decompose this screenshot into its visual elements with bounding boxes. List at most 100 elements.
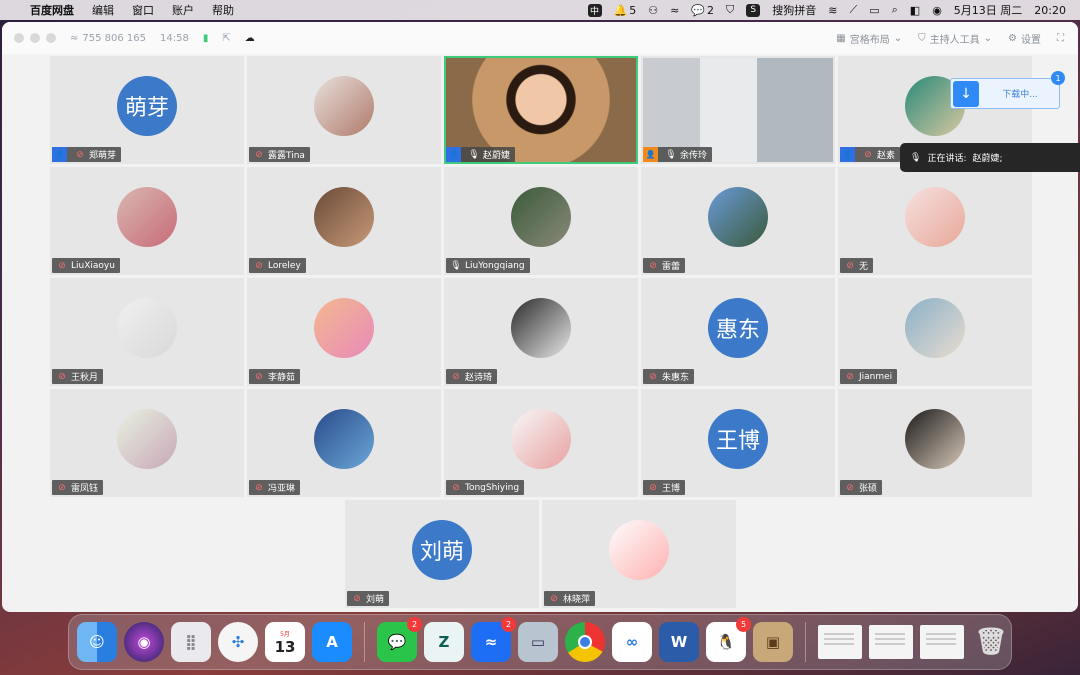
zoom-window-button[interactable] — [46, 33, 56, 43]
input-zh-icon[interactable]: 中 — [587, 3, 602, 17]
menu-bar: 百度网盘 编辑 窗口 账户 帮助 中 🔔 5 ⚇ ≈ 💬 2 ⛉ S 搜狗拼音 ≋ … — [0, 0, 1080, 20]
safari-icon[interactable]: ✣ — [218, 622, 258, 662]
recent-document-2[interactable] — [869, 625, 913, 659]
control-center-icon[interactable]: ◧ — [910, 4, 920, 17]
lark-icon[interactable]: ≈2 — [471, 617, 516, 662]
mic-muted-icon: ⊘ — [58, 260, 66, 271]
cloud-record-icon[interactable]: ☁ — [245, 33, 255, 44]
participant-tile[interactable]: 刘萌 ⊘ 刘萌 — [345, 500, 539, 608]
chrome-icon[interactable] — [565, 622, 605, 662]
app-store-icon[interactable]: A — [312, 622, 352, 662]
settings-button[interactable]: ⚙ 设置 — [1008, 31, 1041, 46]
participant-nameplate: ⊘ 赵诗琦 — [446, 369, 498, 384]
participant-name: 赵蔚婕 — [483, 151, 511, 161]
participant-tile[interactable]: ⊘ 李静茹 — [247, 278, 441, 386]
participant-tile[interactable]: 👤 🎙 余传玲 — [641, 56, 835, 164]
participant-tile[interactable]: ⊘ 冯亚琳 — [247, 389, 441, 497]
word-icon[interactable]: W — [659, 622, 699, 662]
bell-icon[interactable]: 🔔 5 — [614, 4, 637, 17]
siri-icon[interactable]: ◉ — [932, 4, 942, 17]
shield-icon[interactable]: ⛉ — [726, 3, 734, 17]
menu-account[interactable]: 账户 — [172, 2, 194, 18]
participant-tile[interactable]: 🎙 LiuYongqiang — [444, 167, 638, 275]
participant-tile[interactable]: ⊘ 赵诗琦 — [444, 278, 638, 386]
input-method-label[interactable]: 搜狗拼音 — [772, 2, 816, 18]
calendar-icon[interactable]: 5月 13 — [265, 622, 305, 662]
participant-tile[interactable]: ⊘ TongShiying — [444, 389, 638, 497]
wechat-icon[interactable]: 💬 2 — [377, 617, 422, 662]
launchpad-icon[interactable]: ⣿ — [171, 622, 211, 662]
share-icon[interactable]: ⇱ — [222, 33, 230, 44]
recent-document-3[interactable] — [920, 625, 964, 659]
layout-dropdown[interactable]: ▦ 宫格布局 ⌄ — [836, 31, 902, 46]
menu-edit[interactable]: 编辑 — [92, 2, 114, 18]
meeting-timer: 14:58 — [160, 32, 189, 44]
siri-app-icon[interactable]: ◉ — [124, 622, 164, 662]
menubar-date[interactable]: 5月13日 周二 — [954, 2, 1023, 18]
host-tools-dropdown[interactable]: ⛉ 主持人工具 ⌄ — [918, 31, 992, 46]
trash-icon[interactable]: 🗑 — [971, 622, 1011, 662]
dock-separator — [364, 622, 365, 662]
mic-muted-icon: ⊘ — [846, 260, 854, 271]
search-icon[interactable]: ⌕ — [892, 3, 898, 17]
mic-muted-icon: ⊘ — [58, 371, 66, 382]
avatar-photo — [117, 409, 177, 469]
participant-tile[interactable]: ⊘ LiuXiaoyu — [50, 167, 244, 275]
mic-muted-icon: ⊘ — [846, 482, 854, 493]
mic-icon: 🎙 — [665, 149, 677, 160]
download-count-badge: 1 — [1051, 71, 1065, 85]
participant-nameplate: 👤 🎙 余传玲 — [643, 147, 713, 162]
wechat-menubar-icon[interactable]: 💬 2 — [691, 4, 714, 17]
participant-name: 朱惠东 — [662, 373, 690, 383]
download-progress[interactable]: ↓ 下载中... 1 — [950, 71, 1065, 109]
participant-tile[interactable]: ⊘ 王秋月 — [50, 278, 244, 386]
shield-check-icon: ⛉ — [918, 32, 926, 44]
zoom-app-icon[interactable]: Z — [424, 622, 464, 662]
participant-tile[interactable]: 惠东 ⊘ 朱惠东 — [641, 278, 835, 386]
participant-tile[interactable]: ⊘ 雷凤钰 — [50, 389, 244, 497]
archive-utility-icon[interactable]: ▣ — [753, 622, 793, 662]
participant-name: 张硕 — [859, 484, 878, 494]
menubar-time[interactable]: 20:20 — [1034, 4, 1066, 17]
cluster-icon[interactable]: ⚇ — [648, 4, 658, 17]
participant-tile[interactable]: 萌芽 👤 ⊘ 郑萌芽 — [50, 56, 244, 164]
participant-nameplate: ⊘ Loreley — [249, 258, 306, 273]
app-menu[interactable]: 百度网盘 — [30, 2, 74, 18]
participant-tile[interactable]: 👤 🎙 赵蔚婕 — [444, 56, 638, 164]
fullscreen-icon[interactable]: ⛶ — [1057, 33, 1064, 44]
avatar-photo — [314, 409, 374, 469]
menu-help[interactable]: 帮助 — [212, 2, 234, 18]
sogou-icon[interactable]: S — [746, 3, 761, 17]
download-arrow-icon: ↓ — [953, 80, 979, 107]
mic-muted-icon: ⊘ — [649, 482, 657, 493]
signal-icon[interactable]: ▮ — [203, 33, 209, 44]
menu-window[interactable]: 窗口 — [132, 2, 154, 18]
participant-nameplate: 👤 ⊘ 郑萌芽 — [52, 147, 122, 162]
avatar-initials: 王博 — [708, 409, 768, 469]
wifi-icon[interactable]: ≋ — [828, 4, 837, 17]
recent-document-1[interactable] — [818, 625, 862, 659]
chevron-down-icon: ⌄ — [893, 32, 903, 44]
participant-nameplate: ⊘ LiuXiaoyu — [52, 258, 120, 273]
battery-icon[interactable]: ▭ — [869, 4, 879, 17]
baidu-netdisk-icon[interactable]: ∞ — [612, 622, 652, 662]
participant-tile[interactable]: 王博 ⊘ 王博 — [641, 389, 835, 497]
minimize-window-button[interactable] — [30, 33, 40, 43]
participant-tile[interactable]: ⊘ Jianmei — [838, 278, 1032, 386]
participant-name: 余传玲 — [680, 151, 708, 161]
participant-tile[interactable]: ⊘ 林晓萍 — [542, 500, 736, 608]
close-window-button[interactable] — [14, 33, 24, 43]
participant-tile[interactable]: ⊘ 露露Tina — [247, 56, 441, 164]
participant-tile[interactable]: ⊘ 张硕 — [838, 389, 1032, 497]
pen-icon[interactable]: ⟋ — [850, 3, 858, 17]
participant-name: 王博 — [662, 484, 681, 494]
participant-nameplate: 🎙 LiuYongqiang — [446, 258, 530, 273]
participant-tile[interactable]: ⊘ 雷蕾 — [641, 167, 835, 275]
meeting-id[interactable]: ≈ 755 806 165 — [70, 33, 146, 44]
lark-menubar-icon[interactable]: ≈ — [670, 4, 679, 17]
preview-icon[interactable]: ▭ — [518, 622, 558, 662]
participant-tile[interactable]: ⊘ 无 — [838, 167, 1032, 275]
finder-icon[interactable]: ☺ — [77, 622, 117, 662]
participant-tile[interactable]: ⊘ Loreley — [247, 167, 441, 275]
qq-icon[interactable]: 🐧 5 — [706, 617, 751, 662]
